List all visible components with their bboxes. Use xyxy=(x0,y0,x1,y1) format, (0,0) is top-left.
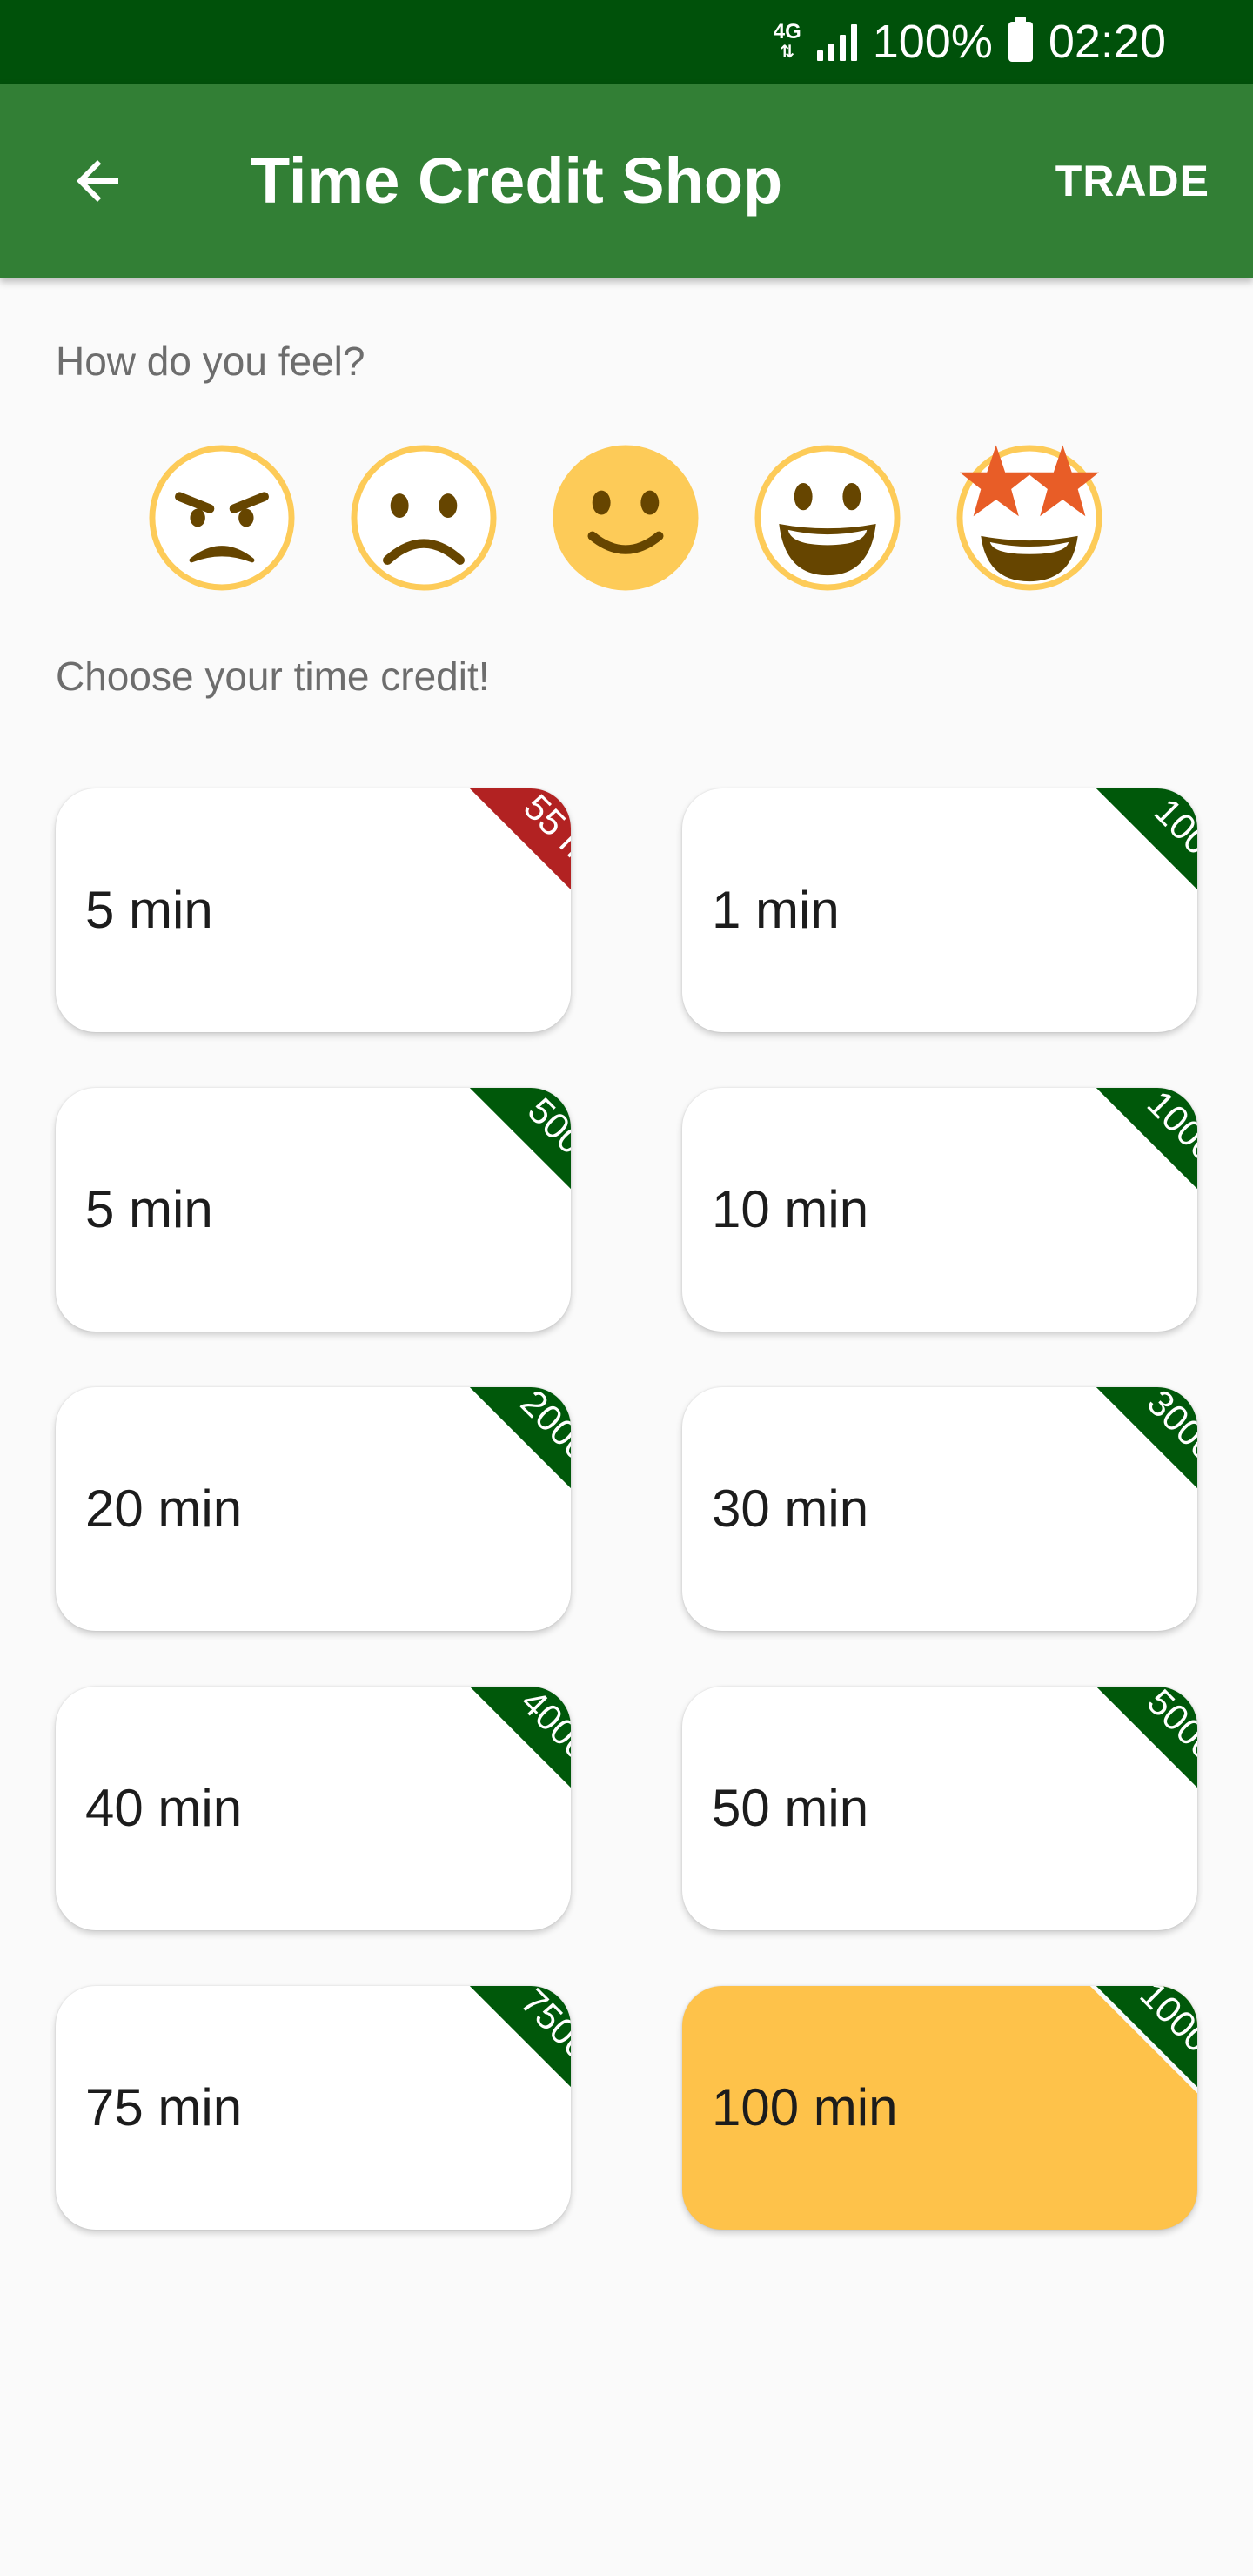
signal-icon xyxy=(816,23,857,61)
page-title: Time Credit Shop xyxy=(251,144,783,217)
battery-percent: 100% xyxy=(872,16,993,68)
price-ribbon: 55 min xyxy=(409,788,571,1000)
credit-card[interactable]: 10 min 1000 © xyxy=(682,1088,1197,1332)
credit-card[interactable]: 50 min 5000 © xyxy=(682,1687,1197,1930)
mood-question: How do you feel? xyxy=(56,339,365,384)
price-ribbon: 500 © xyxy=(409,1088,571,1299)
credit-amount: 100 min xyxy=(712,2078,898,2137)
network-type-icon: 4G ⇅ xyxy=(773,19,801,62)
price-ribbon: 4000 © xyxy=(409,1687,571,1898)
credit-amount: 5 min xyxy=(85,1180,213,1238)
price-ribbon: 3000 © xyxy=(1035,1387,1197,1599)
credit-card[interactable]: 75 min 7500 © xyxy=(56,1986,571,2230)
status-bar: 4G ⇅ 100% 02:20 xyxy=(0,0,1253,84)
grinning-face-icon[interactable] xyxy=(752,442,903,594)
price-ribbon: 1000 © xyxy=(1035,1088,1197,1299)
frowning-face-icon[interactable] xyxy=(348,442,499,594)
credit-card[interactable]: 100 min 10000 © xyxy=(682,1986,1197,2230)
price-ribbon: 2000 © xyxy=(409,1387,571,1599)
star-struck-face-icon[interactable] xyxy=(954,442,1105,594)
choose-credit-heading: Choose your time credit! xyxy=(56,654,490,699)
credit-card[interactable]: 40 min 4000 © xyxy=(56,1687,571,1930)
mood-selector xyxy=(146,442,1112,599)
arrow-left-icon xyxy=(77,160,118,202)
credit-amount: 5 min xyxy=(85,881,213,939)
price-ribbon: 10000 © xyxy=(1035,1986,1197,2197)
credit-amount: 50 min xyxy=(712,1779,869,1837)
credit-card[interactable]: 5 min 500 © xyxy=(56,1088,571,1332)
network-type: 4G xyxy=(773,19,801,44)
credit-card[interactable]: 1 min 100 © xyxy=(682,788,1197,1032)
credit-card[interactable]: 20 min 2000 © xyxy=(56,1387,571,1631)
credit-amount: 40 min xyxy=(85,1779,243,1837)
trade-button[interactable]: TRADE xyxy=(1055,84,1209,278)
slightly-smiling-face-icon[interactable] xyxy=(550,442,701,594)
price-ribbon: 7500 © xyxy=(409,1986,571,2197)
credit-amount: 1 min xyxy=(712,881,840,939)
back-button[interactable] xyxy=(52,136,143,226)
credit-amount: 10 min xyxy=(712,1180,869,1238)
price-ribbon: 5000 © xyxy=(1035,1687,1197,1898)
battery-icon xyxy=(1008,17,1033,62)
price-ribbon: 100 © xyxy=(1035,788,1197,1000)
credit-card[interactable]: 5 min 55 min xyxy=(56,788,571,1032)
app-bar: Time Credit Shop TRADE xyxy=(0,84,1253,278)
status-icons: 4G ⇅ 100% 02:20 xyxy=(774,0,1166,84)
credit-amount: 30 min xyxy=(712,1479,869,1538)
credit-amount: 20 min xyxy=(85,1479,243,1538)
credit-amount: 75 min xyxy=(85,2078,243,2137)
clock: 02:20 xyxy=(1048,16,1166,68)
credit-card[interactable]: 30 min 3000 © xyxy=(682,1387,1197,1631)
angry-face-icon[interactable] xyxy=(146,442,298,594)
